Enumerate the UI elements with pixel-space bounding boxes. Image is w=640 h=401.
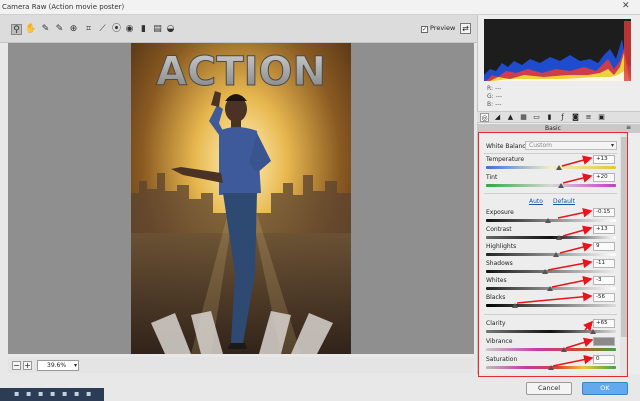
poster-image: ACTION: [131, 43, 351, 354]
rgb-readout-r: R: ---: [487, 85, 502, 92]
toolbar: ⚲ ✋ ✎ ✎ ⊕ ⌗ ⟋ ⦿ ◉ ▮ ▤ ◒ ✓ Preview ⇄: [0, 15, 477, 43]
spot-removal-icon[interactable]: ⦿: [111, 24, 122, 35]
zoom-level-select[interactable]: 39.6% ▾: [37, 360, 79, 371]
rgb-readout-g: G: ---: [487, 93, 503, 100]
close-icon[interactable]: ✕: [622, 1, 630, 11]
zoom-level-value: 39.6%: [47, 362, 67, 369]
tab-hsl-icon[interactable]: ▦: [519, 113, 528, 122]
title-bar: Camera Raw (Action movie poster) ✕: [0, 0, 640, 15]
preview-label: Preview: [430, 24, 456, 32]
window-title: Camera Raw (Action movie poster): [2, 3, 125, 11]
panel-menu-icon[interactable]: ≡: [626, 124, 631, 131]
histogram: [484, 19, 631, 81]
tab-presets-icon[interactable]: ≡: [584, 113, 593, 122]
taskbar-app-icon[interactable]: ▪: [26, 390, 34, 398]
rotate-icon[interactable]: ◒: [165, 24, 176, 35]
taskbar-app-icon[interactable]: ▪: [86, 390, 94, 398]
poster-headline: ACTION: [156, 49, 326, 95]
taskbar-app-icon[interactable]: ▪: [38, 390, 46, 398]
tab-snapshots-icon[interactable]: ▣: [597, 113, 606, 122]
zoom-bar: − + 39.6% ▾: [8, 357, 474, 373]
taskbar-app-icon[interactable]: ▪: [14, 390, 22, 398]
graduated-filter-icon[interactable]: ▤: [152, 24, 163, 35]
tab-effects-icon[interactable]: ƒ: [558, 113, 567, 122]
zoom-in-button[interactable]: +: [23, 361, 32, 370]
taskbar-app-icon[interactable]: ▪: [50, 390, 58, 398]
section-title: Basic: [545, 125, 561, 132]
hand-icon[interactable]: ✋: [25, 24, 36, 35]
tab-camera-calibration-icon[interactable]: ◙: [571, 113, 580, 122]
tab-split-toning-icon[interactable]: ▭: [532, 113, 541, 122]
cancel-button[interactable]: Cancel: [526, 382, 572, 395]
rgb-readout-b: B: ---: [487, 101, 502, 108]
ok-button[interactable]: OK: [582, 382, 628, 395]
preview-toggle[interactable]: ✓ Preview: [421, 24, 455, 33]
adjustment-brush-icon[interactable]: ▮: [138, 24, 149, 35]
crop-icon[interactable]: ⌗: [83, 24, 94, 35]
preview-checkbox[interactable]: ✓: [421, 26, 428, 33]
histogram-graph: [484, 21, 631, 81]
tab-basic-icon[interactable]: ◎: [480, 113, 489, 122]
zoom-icon[interactable]: ⚲: [11, 24, 22, 35]
taskbar: ▪ ▪ ▪ ▪ ▪ ▪ ▪: [0, 388, 104, 401]
color-sampler-icon[interactable]: ✎: [54, 24, 65, 35]
panel-tabs: ◎ ◢ ▲ ▦ ▭ ▮ ƒ ◙ ≡ ▣: [477, 111, 640, 123]
taskbar-app-icon[interactable]: ▪: [62, 390, 70, 398]
targeted-adjustment-icon[interactable]: ⊕: [68, 24, 79, 35]
tab-lens-icon[interactable]: ▮: [545, 113, 554, 122]
chevron-down-icon: ▾: [73, 362, 77, 369]
taskbar-app-icon[interactable]: ▪: [74, 390, 82, 398]
straighten-icon[interactable]: ⟋: [97, 24, 108, 35]
tab-tone-curve-icon[interactable]: ◢: [493, 113, 502, 122]
fullscreen-toggle-icon[interactable]: ⇄: [460, 23, 471, 34]
preview-image: ACTION: [131, 43, 351, 354]
annotation-highlight-box: [478, 132, 628, 377]
zoom-out-button[interactable]: −: [12, 361, 21, 370]
eyedropper-icon[interactable]: ✎: [40, 24, 51, 35]
tab-detail-icon[interactable]: ▲: [506, 113, 515, 122]
red-eye-icon[interactable]: ◉: [124, 24, 135, 35]
